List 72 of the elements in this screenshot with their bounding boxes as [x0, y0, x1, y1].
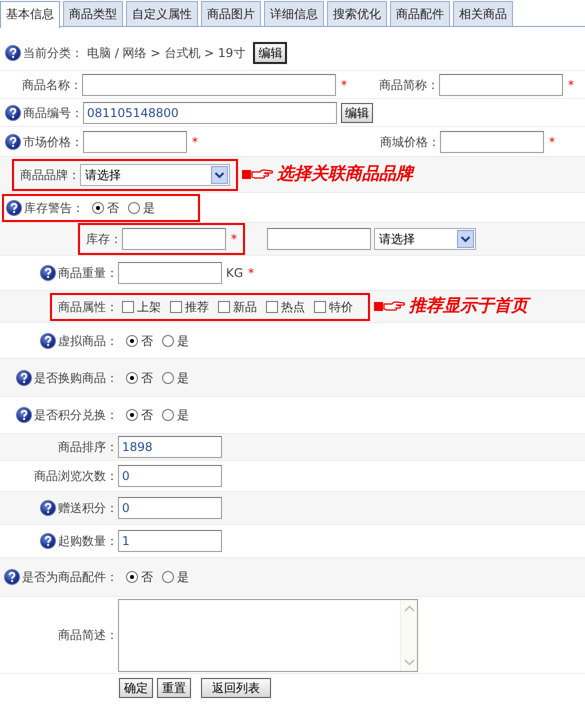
- field-label: 商品品牌：: [20, 166, 80, 184]
- radio-option[interactable]: 否: [126, 568, 153, 586]
- field-label: 虚拟商品：: [58, 332, 118, 350]
- field-label: 商城价格：: [380, 134, 440, 150]
- tab[interactable]: 基本信息: [0, 1, 60, 28]
- dropdown-select[interactable]: 请选择: [80, 164, 230, 186]
- field-label: 商品简称：: [379, 76, 439, 94]
- text-field[interactable]: [118, 262, 222, 284]
- tab[interactable]: 商品配件: [390, 1, 450, 26]
- field-label: 商品属性：: [58, 298, 118, 316]
- text-field[interactable]: 0: [118, 497, 222, 519]
- radio-option[interactable]: 否: [92, 198, 119, 216]
- radio-option[interactable]: 否: [126, 368, 153, 386]
- field-label: 商品简述：: [58, 627, 118, 644]
- edit-button[interactable]: 编辑: [253, 42, 288, 64]
- text-field[interactable]: 0: [118, 465, 222, 487]
- tab[interactable]: 商品类型: [63, 1, 123, 26]
- radio-option[interactable]: 是: [162, 332, 189, 350]
- radio-option[interactable]: 是: [162, 568, 189, 586]
- category-path: 电脑 / 网络 > 台式机 > 19寸: [87, 44, 246, 62]
- checkbox-option[interactable]: 上架: [122, 298, 161, 316]
- checkbox-option[interactable]: 推荐: [170, 298, 209, 316]
- radio-option[interactable]: 是: [162, 368, 189, 386]
- radio-option[interactable]: 是: [128, 198, 155, 216]
- tab[interactable]: 商品图片: [201, 1, 261, 26]
- checkbox-option[interactable]: 热点: [266, 298, 305, 316]
- text-field[interactable]: [122, 228, 226, 250]
- form-button[interactable]: 返回列表: [201, 678, 271, 698]
- unit-label: KG: [226, 265, 244, 282]
- required-asterisk: *: [568, 76, 574, 94]
- text-field[interactable]: [439, 74, 563, 96]
- form-button[interactable]: 重置: [157, 678, 191, 698]
- field-label: 商品名称：: [22, 76, 82, 94]
- field-label: 当前分类：: [23, 44, 83, 62]
- field-label: 库存：: [86, 231, 122, 248]
- tab[interactable]: 详细信息: [264, 1, 324, 26]
- field-label: 起购数量：: [58, 533, 118, 550]
- text-field[interactable]: 1898: [118, 436, 222, 458]
- text-field[interactable]: [440, 130, 544, 152]
- field-label: 商品编号：: [23, 104, 83, 122]
- radio-option[interactable]: 否: [126, 406, 153, 424]
- required-asterisk: *: [341, 76, 347, 94]
- dropdown-select[interactable]: 请选择: [374, 228, 476, 250]
- field-label: 市场价格：: [23, 134, 83, 150]
- text-area[interactable]: [118, 598, 418, 672]
- radio-option[interactable]: 是: [162, 406, 189, 424]
- radio-option[interactable]: 否: [126, 332, 153, 350]
- tab[interactable]: 相关商品: [453, 1, 513, 26]
- field-label: 是否积分兑换：: [34, 407, 118, 424]
- checkbox-option[interactable]: 特价: [314, 298, 353, 316]
- text-field[interactable]: [267, 228, 371, 250]
- text-field[interactable]: [82, 74, 336, 96]
- tab[interactable]: 搜索优化: [327, 1, 387, 26]
- required-asterisk: *: [248, 265, 254, 282]
- field-label: 赠送积分：: [58, 500, 118, 517]
- field-label: 商品重量：: [58, 265, 118, 282]
- field-label: 商品排序：: [58, 439, 118, 456]
- annotation-note: 选择关联商品品牌: [277, 162, 413, 186]
- field-label: 是否换购商品：: [34, 370, 118, 386]
- required-asterisk: *: [192, 134, 198, 150]
- field-label: 库存警告：: [24, 200, 84, 216]
- text-field[interactable]: [83, 130, 187, 152]
- checkbox-option[interactable]: 新品: [218, 298, 257, 316]
- field-label: 商品浏览次数：: [34, 468, 118, 485]
- edit-button[interactable]: 编辑: [341, 102, 373, 122]
- form-button[interactable]: 确定: [119, 678, 153, 698]
- required-asterisk: *: [549, 134, 555, 150]
- required-asterisk: *: [231, 231, 237, 248]
- field-label: 是否为商品配件：: [22, 569, 118, 586]
- tab[interactable]: 自定义属性: [126, 1, 198, 26]
- text-field[interactable]: 1: [118, 530, 222, 552]
- text-field[interactable]: 081105148800: [83, 102, 337, 124]
